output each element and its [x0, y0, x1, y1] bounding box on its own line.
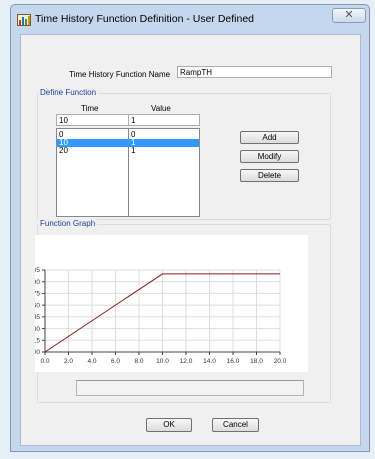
x-tick-label: 12.0 — [180, 358, 193, 365]
ok-button[interactable]: OK — [146, 418, 192, 432]
list-item-value: 1 — [131, 146, 136, 155]
delete-button[interactable]: Delete — [240, 169, 299, 182]
close-button[interactable]: ✕ — [332, 8, 366, 23]
y-tick-label: 1.05 — [35, 267, 40, 274]
define-function-group-label: Define Function — [38, 88, 99, 97]
function-name-input[interactable] — [177, 66, 332, 78]
value-column-header: Value — [151, 104, 171, 113]
x-tick-label: 16.0 — [227, 358, 240, 365]
y-tick-label: 0.30 — [35, 326, 40, 333]
x-tick-label: 2.0 — [64, 358, 73, 365]
time-input[interactable] — [56, 114, 129, 126]
y-tick-label: 0.15 — [35, 337, 40, 344]
y-tick-label: 0.90 — [35, 279, 40, 286]
function-points-list[interactable]: 0 0 10 1 20 1 — [56, 128, 200, 217]
x-tick-label: 14.0 — [203, 358, 216, 365]
x-tick-label: 10.0 — [156, 358, 169, 365]
window-title: Time History Function Definition - User … — [35, 13, 255, 25]
graph-status-box — [76, 380, 304, 396]
x-tick-label: 18.0 — [250, 358, 263, 365]
list-item[interactable]: 10 1 — [57, 139, 199, 147]
function-name-label: Time History Function Name — [69, 70, 171, 79]
value-input[interactable] — [128, 114, 200, 126]
x-tick-label: 20.0 — [274, 358, 287, 365]
add-button[interactable]: Add — [240, 131, 299, 144]
title-bar[interactable]: Time History Function Definition - User … — [11, 5, 369, 33]
list-item[interactable]: 20 1 — [57, 147, 199, 155]
y-tick-label: 0.00 — [35, 349, 40, 356]
function-graph-svg: 0.0 2.0 4.0 6.0 8.0 10.0 12.0 14.0 16.0 18.0 20.0 0… — [27, 267, 287, 365]
list-item-time: 20 — [59, 146, 68, 155]
modify-button[interactable]: Modify — [240, 150, 299, 163]
y-tick-label: 0.75 — [35, 291, 40, 298]
time-column-header: Time — [81, 104, 99, 113]
x-tick-label: 4.0 — [87, 358, 96, 365]
y-tick-label: 0.45 — [35, 314, 40, 321]
function-graph-group-label: Function Graph — [38, 219, 98, 228]
grid-chart-icon — [17, 14, 31, 26]
x-tick-label: 0.0 — [40, 358, 49, 365]
x-tick-label: 8.0 — [134, 358, 143, 365]
cancel-button[interactable]: Cancel — [212, 418, 259, 432]
list-item[interactable]: 00 — [57, 131, 199, 139]
function-graph: 0.0 2.0 4.0 6.0 8.0 10.0 12.0 14.0 16.0 18.0 20.0 0… — [27, 235, 308, 372]
y-tick-label: 0.60 — [35, 302, 40, 309]
close-icon: ✕ — [344, 9, 354, 21]
x-tick-label: 6.0 — [111, 358, 120, 365]
